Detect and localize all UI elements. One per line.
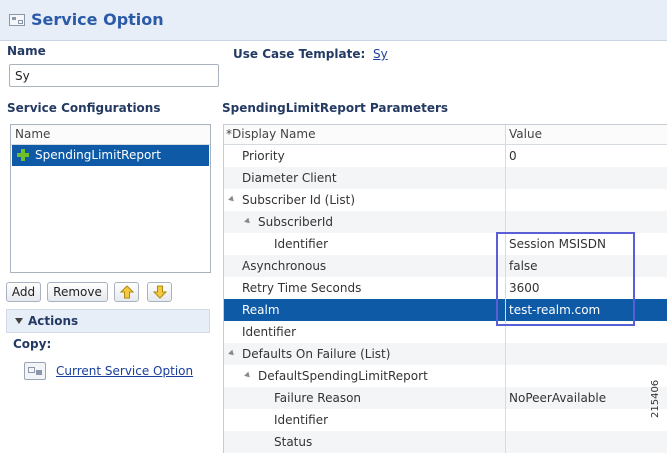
table-row[interactable]: Subscriber Id (List): [224, 189, 667, 211]
arrow-up-icon: [120, 285, 134, 299]
expand-toggle-icon[interactable]: [228, 349, 236, 358]
cell-display-name: Realm: [242, 303, 280, 317]
move-down-button[interactable]: [147, 282, 172, 302]
cell-display-name: Defaults On Failure (List): [242, 347, 391, 361]
table-row[interactable]: Identifier Session MSISDN: [224, 233, 667, 255]
table-row[interactable]: Retry Time Seconds 3600: [224, 277, 667, 299]
table-row[interactable]: Identifier: [224, 409, 667, 431]
title-bar: Service Option: [0, 0, 667, 41]
list-item-label: SpendingLimitReport: [35, 148, 161, 162]
parameters-title: SpendingLimitReport Parameters: [222, 101, 449, 115]
table-row[interactable]: Asynchronous false: [224, 255, 667, 277]
cell-display-name: Subscriber Id (List): [242, 193, 356, 207]
cell-display-name: Asynchronous: [242, 259, 327, 273]
table-row[interactable]: Priority 0: [224, 145, 667, 167]
list-header-name[interactable]: Name: [11, 125, 210, 145]
cell-display-name: Retry Time Seconds: [242, 281, 362, 295]
plus-icon: [17, 149, 29, 161]
add-button[interactable]: Add: [6, 282, 41, 302]
expand-toggle-icon[interactable]: [244, 371, 252, 380]
parameters-table[interactable]: *Display Name Value Priority 0 Diameter Cl…: [223, 124, 667, 453]
table-row[interactable]: Failure Reason NoPeerAvailable: [224, 387, 667, 409]
cell-display-name: Diameter Client: [242, 171, 337, 185]
expand-toggle-icon[interactable]: [244, 217, 252, 226]
copy-label: Copy:: [13, 337, 52, 351]
cell-value[interactable]: false: [509, 255, 538, 277]
column-header-display-name[interactable]: *Display Name: [224, 125, 505, 145]
column-header-value[interactable]: Value: [506, 125, 667, 145]
copy-icon: [24, 362, 46, 380]
table-row[interactable]: Defaults On Failure (List): [224, 343, 667, 365]
chevron-down-icon: [15, 318, 23, 324]
cell-value[interactable]: NoPeerAvailable: [509, 387, 606, 409]
figure-number: 215406: [650, 379, 661, 418]
cell-value[interactable]: 0: [509, 145, 517, 167]
actions-section-header[interactable]: Actions: [6, 309, 210, 333]
cell-display-name: Identifier: [274, 413, 329, 427]
arrow-down-icon: [153, 285, 167, 299]
cell-display-name: Identifier: [242, 325, 297, 339]
use-case-template-label: Use Case Template:: [233, 47, 366, 61]
table-row[interactable]: Realm test-realm.com: [224, 299, 667, 321]
page-title: Service Option: [31, 10, 164, 29]
name-label: Name: [7, 44, 46, 58]
cell-value[interactable]: Session MSISDN: [509, 233, 606, 255]
service-configurations-list[interactable]: Name SpendingLimitReport: [10, 124, 211, 273]
cell-value[interactable]: 3600: [509, 277, 540, 299]
table-row[interactable]: Diameter Client: [224, 167, 667, 189]
remove-button[interactable]: Remove: [47, 282, 108, 302]
table-row[interactable]: Status: [224, 431, 667, 453]
move-up-button[interactable]: [114, 282, 139, 302]
cell-display-name: Failure Reason: [274, 391, 362, 405]
current-service-option-link[interactable]: Current Service Option: [56, 364, 193, 378]
service-configurations-label: Service Configurations: [7, 101, 161, 115]
use-case-template-link[interactable]: Sy: [373, 47, 388, 61]
column-divider: [505, 125, 506, 453]
table-row[interactable]: Identifier: [224, 321, 667, 343]
cell-value[interactable]: test-realm.com: [509, 299, 600, 321]
cell-display-name: Identifier: [274, 237, 329, 251]
cell-display-name: Status: [274, 435, 313, 449]
service-option-icon: [9, 14, 25, 26]
list-item-spending-limit-report[interactable]: SpendingLimitReport: [12, 145, 209, 166]
cell-display-name: Priority: [242, 149, 285, 163]
cell-display-name: SubscriberId: [258, 215, 334, 229]
table-row[interactable]: SubscriberId: [224, 211, 667, 233]
cell-display-name: DefaultSpendingLimitReport: [258, 369, 428, 383]
actions-label: Actions: [28, 314, 79, 328]
table-row[interactable]: DefaultSpendingLimitReport: [224, 365, 667, 387]
expand-toggle-icon[interactable]: [228, 195, 236, 204]
name-input[interactable]: [9, 64, 219, 87]
